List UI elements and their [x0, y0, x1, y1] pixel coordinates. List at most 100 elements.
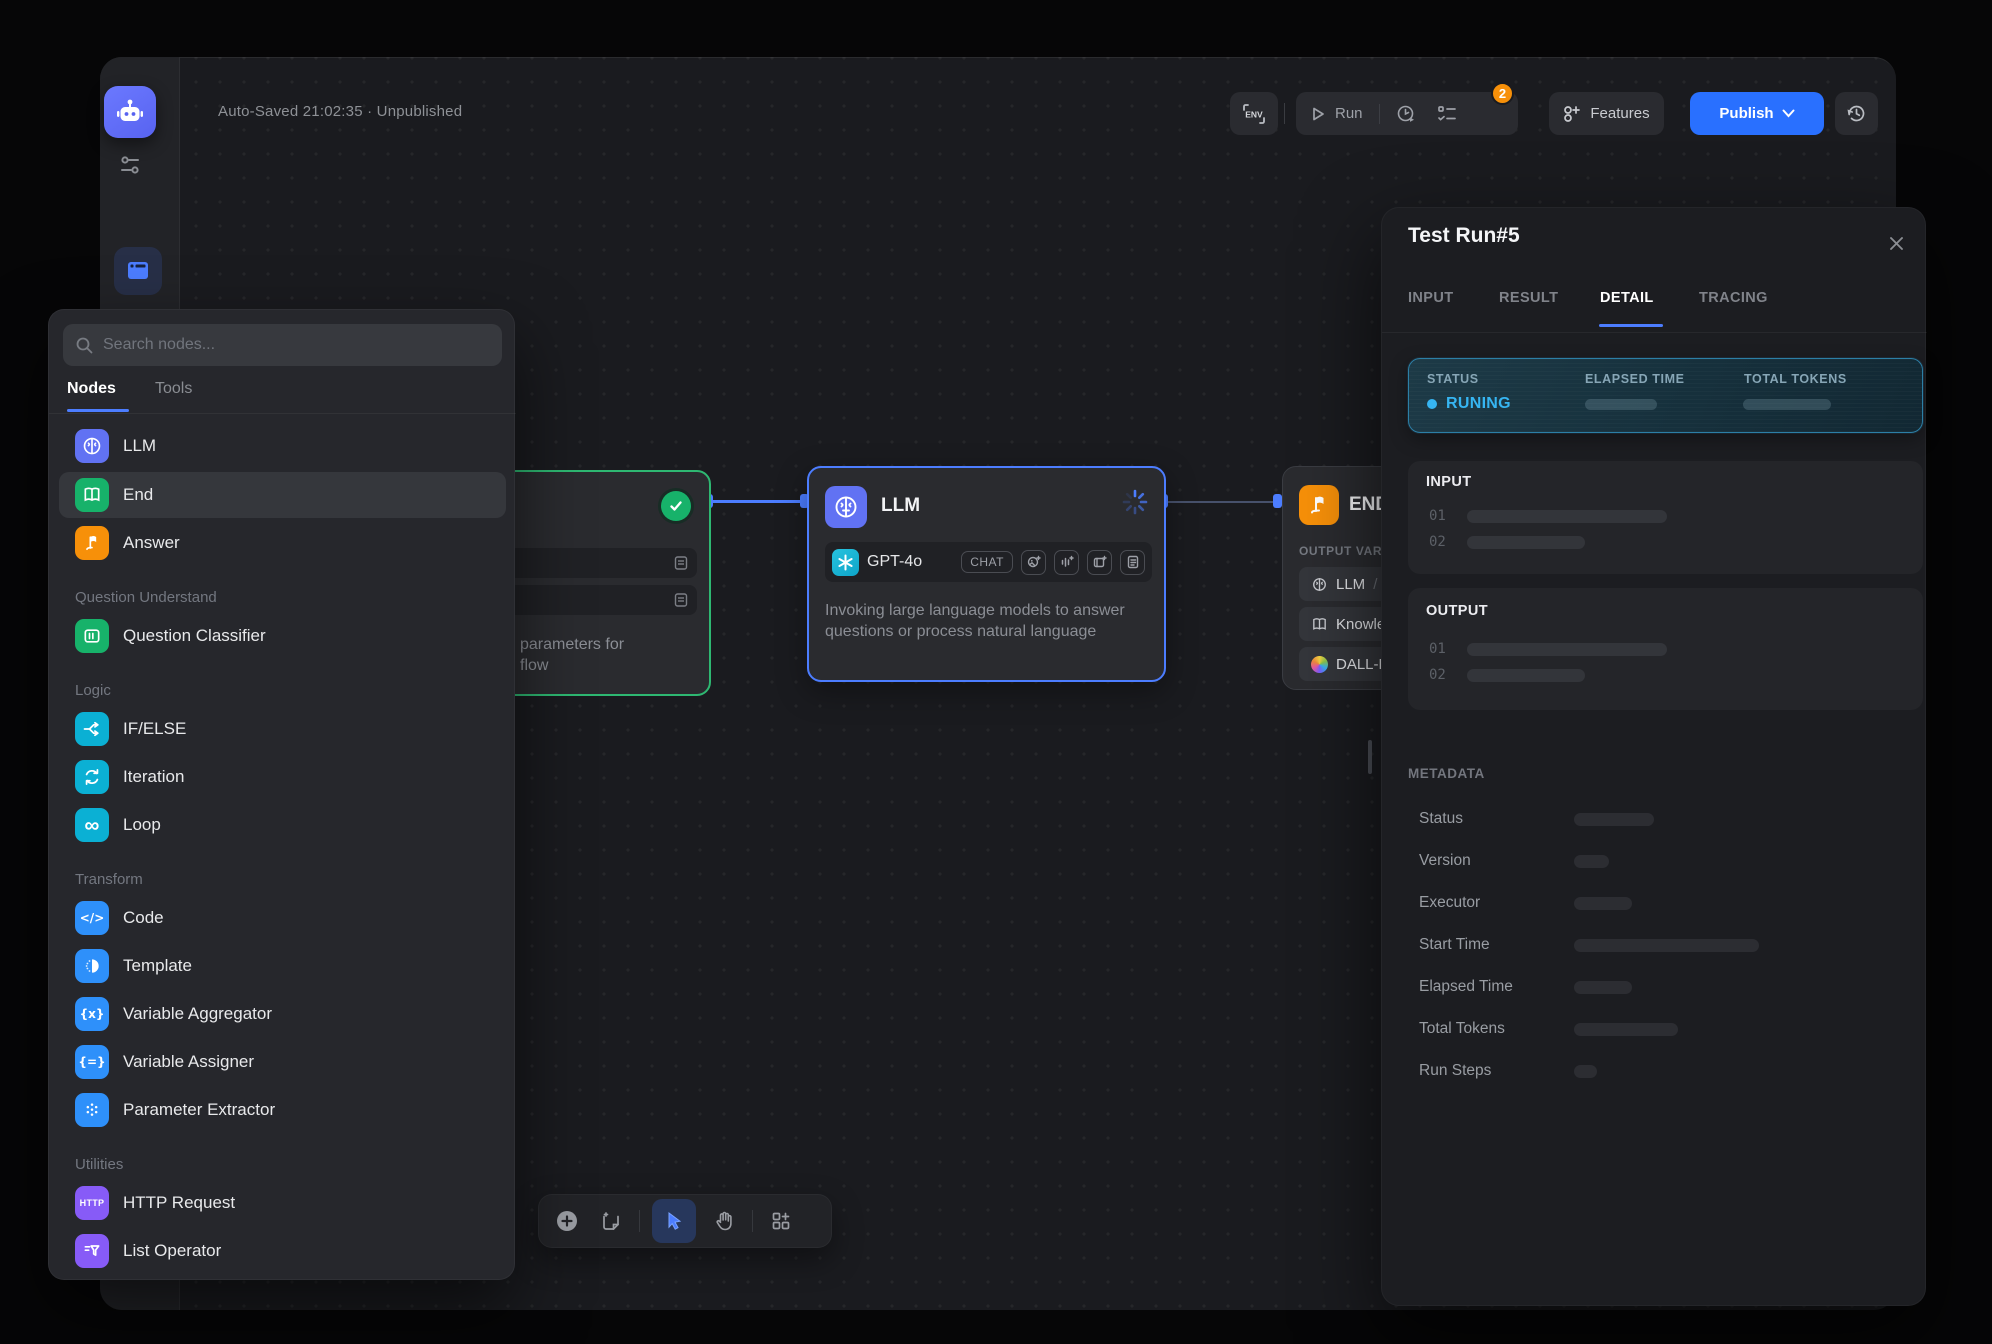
tab-input[interactable]: INPUT	[1408, 290, 1454, 306]
app-logo[interactable]	[104, 86, 156, 138]
model-selector[interactable]: GPT-4o CHAT	[825, 542, 1152, 582]
plus-circle-icon	[555, 1209, 579, 1233]
input-card: INPUT 01 02	[1408, 461, 1923, 574]
total-tokens-label: TOTAL TOKENS	[1744, 372, 1847, 386]
node-item-template[interactable]: Template	[59, 943, 506, 989]
start-field-row[interactable]	[502, 585, 697, 615]
success-check-icon	[661, 491, 691, 521]
answer-flag-icon	[75, 526, 109, 560]
field-type-icon	[673, 555, 689, 571]
template-icon	[75, 949, 109, 983]
add-node-button[interactable]	[551, 1205, 583, 1237]
tab-result[interactable]: RESULT	[1499, 290, 1558, 306]
parameter-extractor-icon	[75, 1093, 109, 1127]
variable-assigner-icon: {=}	[75, 1045, 109, 1079]
node-item-answer[interactable]: Answer	[59, 520, 506, 566]
cursor-icon	[663, 1210, 685, 1232]
meta-skeleton	[1574, 897, 1632, 910]
node-item-list-operator[interactable]: List Operator	[59, 1228, 506, 1274]
section-transform: Transform	[75, 871, 143, 888]
node-item-parameter-extractor[interactable]: Parameter Extractor	[59, 1087, 506, 1133]
test-run-panel: Test Run#5 INPUT RESULT DETAIL TRACING S…	[1381, 207, 1926, 1306]
tab-tools[interactable]: Tools	[155, 380, 192, 398]
checklist-icon	[1436, 104, 1458, 124]
iteration-icon	[75, 760, 109, 794]
elapsed-time-skeleton	[1585, 399, 1657, 410]
publish-button[interactable]: Publish	[1690, 92, 1824, 135]
node-item-if-else[interactable]: IF/ELSE	[59, 706, 506, 752]
meta-skeleton	[1574, 855, 1609, 868]
play-icon	[1310, 106, 1326, 122]
history-icon	[1846, 103, 1867, 124]
panel-resize-handle[interactable]	[1368, 740, 1372, 774]
features-button[interactable]: Features	[1549, 92, 1664, 135]
output-card-title: OUTPUT	[1426, 603, 1488, 619]
end-input-port[interactable]	[1273, 494, 1282, 508]
node-item-question-classifier[interactable]: Question Classifier	[59, 613, 506, 659]
meta-label-elapsed-time: Elapsed Time	[1419, 978, 1513, 996]
llm-node-title: LLM	[881, 495, 920, 517]
llm-var-icon	[1311, 576, 1328, 593]
running-dot-icon	[1427, 399, 1437, 409]
workflow-settings-icon[interactable]	[117, 152, 143, 178]
add-note-button[interactable]	[595, 1205, 627, 1237]
close-icon	[1888, 235, 1905, 252]
close-button[interactable]	[1885, 232, 1907, 254]
output-row-number: 02	[1429, 667, 1446, 683]
status-card: STATUS ELAPSED TIME TOTAL TOKENS RUNING	[1408, 358, 1923, 433]
node-item-variable-assigner[interactable]: {=} Variable Assigner	[59, 1039, 506, 1085]
elapsed-time-label: ELAPSED TIME	[1585, 372, 1685, 386]
input-row-skeleton	[1467, 510, 1667, 523]
meta-label-run-steps: Run Steps	[1419, 1062, 1491, 1080]
canvas-toolbar	[538, 1194, 832, 1248]
loop-icon: ∞	[75, 808, 109, 842]
node-item-http-request[interactable]: HTTP HTTP Request	[59, 1180, 506, 1226]
version-history-button[interactable]	[1835, 92, 1878, 135]
hand-mode-button[interactable]	[708, 1205, 740, 1237]
env-variables-button[interactable]: ENV	[1230, 92, 1278, 135]
node-item-loop[interactable]: ∞ Loop	[59, 802, 506, 848]
node-item-variable-aggregator[interactable]: {x} Variable Aggregator	[59, 991, 506, 1037]
tab-nodes[interactable]: Nodes	[67, 380, 116, 398]
checklist-button[interactable]	[1436, 104, 1458, 124]
node-item-end[interactable]: End	[59, 472, 506, 518]
note-icon	[600, 1210, 622, 1232]
tab-detail[interactable]: DETAIL	[1600, 290, 1654, 306]
run-panel-title: Test Run#5	[1408, 224, 1520, 248]
search-input[interactable]: Search nodes...	[63, 324, 502, 366]
clock-play-icon	[1396, 104, 1416, 124]
meta-label-version: Version	[1419, 852, 1471, 870]
section-logic: Logic	[75, 682, 111, 699]
document-capability-icon	[1120, 550, 1145, 575]
checklist-badge: 2	[1491, 82, 1514, 105]
llm-node[interactable]: LLM	[807, 466, 1166, 682]
code-icon: </>	[75, 901, 109, 935]
window-icon	[125, 258, 151, 284]
svg-text:ENV: ENV	[1245, 109, 1263, 119]
organize-layout-button[interactable]	[765, 1205, 797, 1237]
run-button[interactable]: Run	[1310, 105, 1363, 122]
tabs-divider	[1382, 332, 1927, 333]
llm-node-description: Invoking large language models to answer…	[825, 600, 1152, 642]
section-question-understand: Question Understand	[75, 589, 217, 606]
layout-icon	[770, 1210, 792, 1232]
tab-tracing[interactable]: TRACING	[1699, 290, 1768, 306]
edge-start-to-llm	[711, 500, 807, 503]
llm-icon	[75, 429, 109, 463]
pointer-mode-button[interactable]	[652, 1199, 696, 1243]
node-item-code[interactable]: </> Code	[59, 895, 506, 941]
node-item-iteration[interactable]: Iteration	[59, 754, 506, 800]
field-type-icon	[673, 592, 689, 608]
input-card-title: INPUT	[1426, 474, 1472, 490]
output-card: OUTPUT 01 02	[1408, 588, 1923, 710]
node-item-llm[interactable]: LLM	[59, 423, 506, 469]
meta-label-status: Status	[1419, 810, 1463, 828]
rail-item-blocks[interactable]	[114, 247, 162, 295]
metadata-title: METADATA	[1408, 766, 1485, 781]
output-row-skeleton	[1467, 643, 1667, 656]
question-classifier-icon	[75, 619, 109, 653]
list-operator-icon	[75, 1234, 109, 1268]
input-row-skeleton	[1467, 536, 1585, 549]
run-history-button[interactable]	[1396, 104, 1416, 124]
start-field-row[interactable]	[502, 548, 697, 578]
